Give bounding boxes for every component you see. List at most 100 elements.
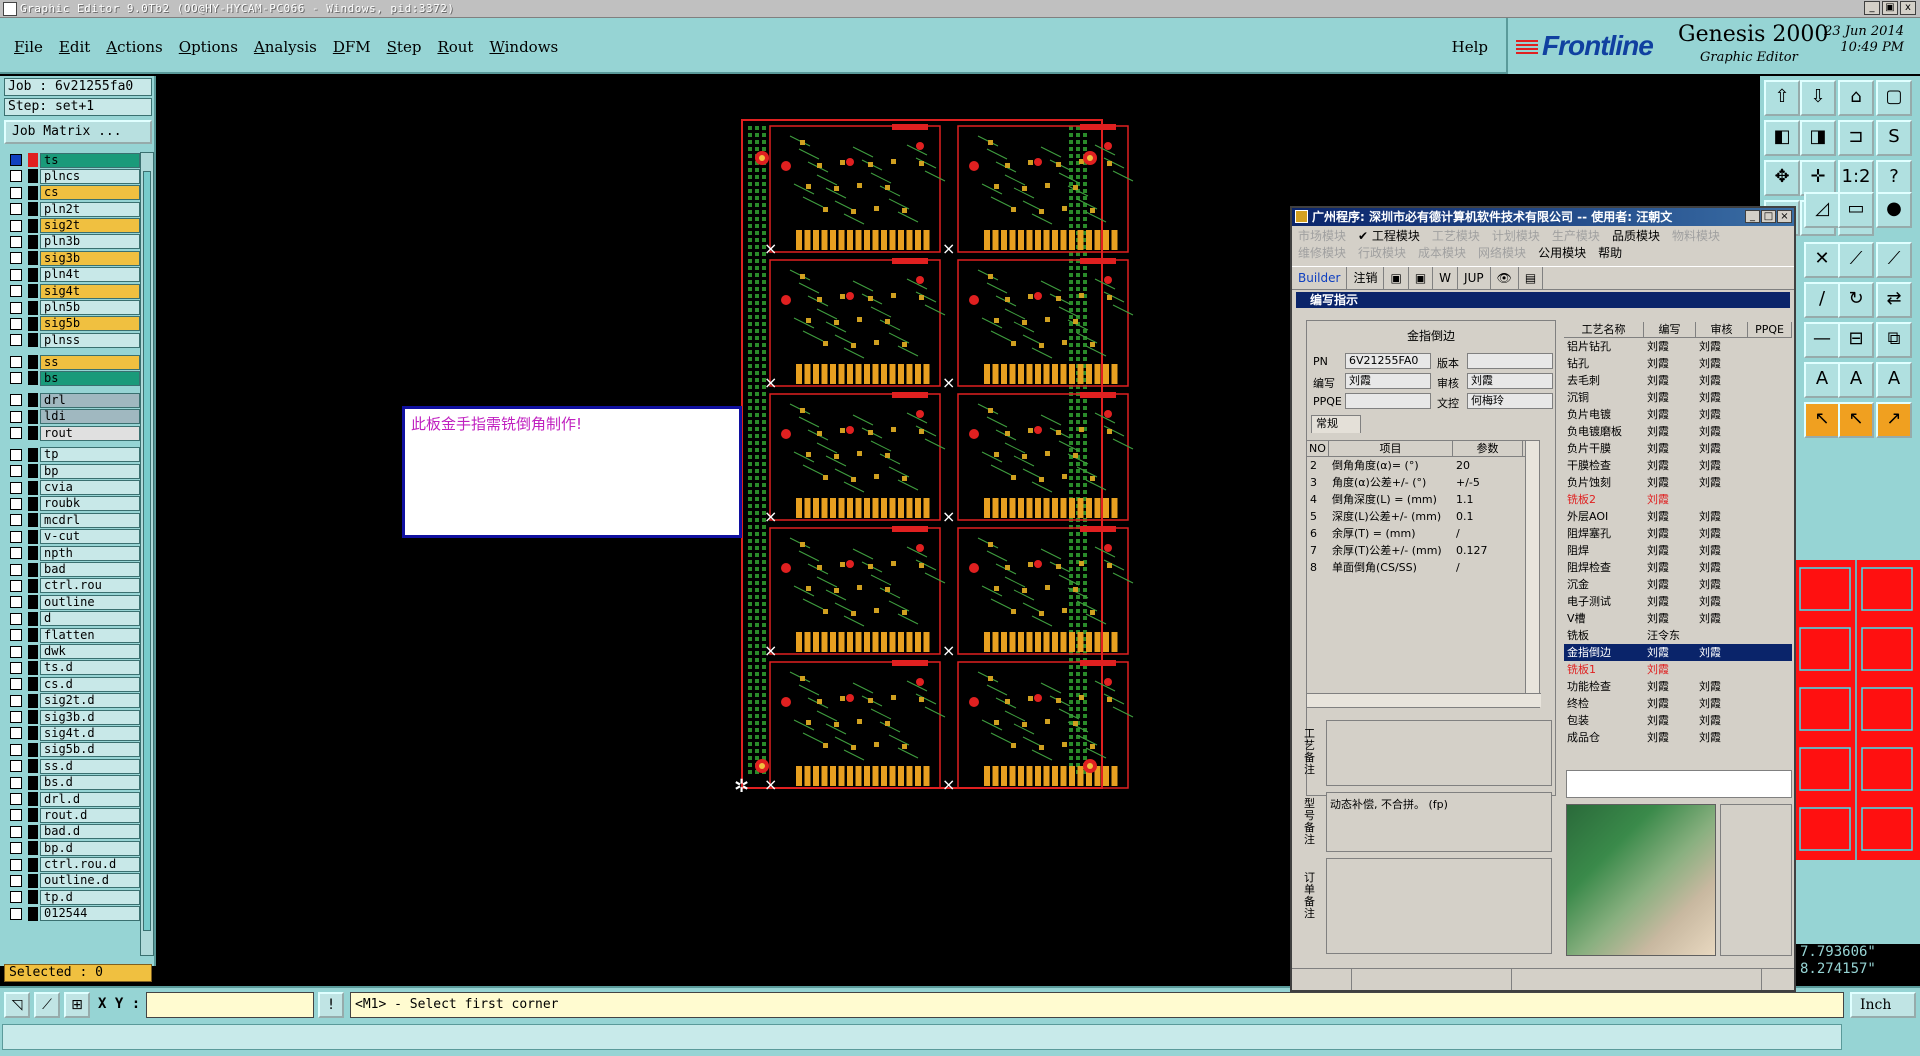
select-mode-icon[interactable]: ◹ [4,992,30,1018]
layer-sig5b-d[interactable]: sig5b.d [4,742,140,758]
dim-icon[interactable]: ⊟ [1838,322,1874,358]
job-matrix-button[interactable]: Job Matrix ... [4,120,152,144]
layer-name[interactable]: drl [40,392,140,408]
layer-plncs[interactable]: plncs [4,168,140,184]
layer-ts[interactable]: ts [4,152,140,168]
layer-name[interactable]: bs [40,370,140,386]
layer-checkbox[interactable] [10,563,22,576]
mini-map[interactable] [1796,560,1920,860]
layer-ctrl-rou-d[interactable]: ctrl.rou.d [4,857,140,873]
menu-options[interactable]: Options [179,38,238,56]
menu-analysis[interactable]: Analysis [254,38,317,56]
process-row[interactable]: 沉铜 刘霞 刘霞 [1564,389,1792,406]
layer-pln5b[interactable]: pln5b [4,300,140,316]
author-field[interactable]: 刘霞 [1345,373,1431,389]
reviewer-field[interactable]: 刘霞 [1467,373,1553,389]
download-icon[interactable]: ⇩ [1800,80,1836,116]
layer-name[interactable]: ctrl.rou.d [40,857,140,873]
pointer3-icon[interactable]: ↗ [1876,402,1912,438]
text-c-icon[interactable]: A [1876,362,1912,398]
layer-checkbox[interactable] [10,170,22,183]
pointer2-icon[interactable]: ↖ [1838,402,1874,438]
layer-name[interactable]: 012544 [40,906,140,922]
pointer-icon[interactable]: ↖ [1804,402,1840,438]
search-field[interactable] [1566,770,1792,798]
erp-toolbar-button[interactable]: ▣ [1384,267,1409,289]
layer-checkbox[interactable] [10,809,22,822]
layer-v-cut[interactable]: v-cut [4,529,140,545]
zoom-window-icon[interactable]: ⊐ [1838,120,1874,156]
layer-name[interactable]: bs.d [40,775,140,791]
layer-checkbox[interactable] [10,317,22,330]
pn-field[interactable]: 6V21255FA0 [1345,353,1431,369]
layer-checkbox[interactable] [10,596,22,609]
process-row[interactable]: 负片蚀刻 刘霞 刘霞 [1564,474,1792,491]
params-row[interactable]: 8 单面倒角(CS/SS) / [1307,559,1539,576]
layer-sig2t-d[interactable]: sig2t.d [4,693,140,709]
layer-name[interactable]: tp [40,447,140,463]
layer-sig3b-d[interactable]: sig3b.d [4,709,140,725]
layer-checkbox[interactable] [10,645,22,658]
layer-name[interactable]: bad.d [40,824,140,840]
layer-bp-d[interactable]: bp.d [4,840,140,856]
layer-name[interactable]: sig5b.d [40,742,140,758]
header-ppqe[interactable]: PPQE [1748,322,1792,337]
layer-name[interactable]: ts.d [40,660,140,676]
layer-cs-d[interactable]: cs.d [4,676,140,692]
process-row[interactable]: 干膜检查 刘霞 刘霞 [1564,457,1792,474]
layer-pln4t[interactable]: pln4t [4,267,140,283]
module-item[interactable]: 生产模块 [1552,229,1600,243]
menu-rout[interactable]: Rout [437,38,473,56]
layer-checkbox[interactable] [10,252,22,265]
edit-shape-icon[interactable]: ◿ [1804,192,1840,228]
layer-checkbox[interactable] [10,448,22,461]
layer-mcdrl[interactable]: mcdrl [4,512,140,528]
module-item[interactable]: 工艺模块 [1432,229,1480,243]
layer-checkbox[interactable] [10,907,22,920]
layer-pln2t[interactable]: pln2t [4,201,140,217]
header-author[interactable]: 编写 [1644,322,1696,337]
layer-drl-d[interactable]: drl.d [4,791,140,807]
menu-dfm[interactable]: DFM [333,38,371,56]
layer-checkbox[interactable] [10,334,22,347]
layer-checkbox[interactable] [10,235,22,248]
line-icon[interactable]: ⟋ [1838,242,1874,278]
erp-toolbar-button[interactable]: JUP [1458,267,1491,289]
module-item[interactable]: 市场模块 [1298,229,1346,243]
layer-checkbox[interactable] [10,793,22,806]
help-icon[interactable]: ? [1876,160,1912,196]
layer-ldi[interactable]: ldi [4,409,140,425]
erp-close-button[interactable]: × [1777,210,1792,223]
layer-ts-d[interactable]: ts.d [4,660,140,676]
params-row[interactable]: 5 深度(L)公差+/- (mm) 0.1 [1307,508,1539,525]
params-row[interactable]: 7 余厚(T)公差+/- (mm) 0.127 [1307,542,1539,559]
layer-name[interactable]: sig3b [40,250,140,266]
process-row[interactable]: 阻焊塞孔 刘霞 刘霞 [1564,525,1792,542]
menu-help[interactable]: Help [1452,38,1488,56]
erp-minimize-button[interactable]: _ [1745,210,1760,223]
layer-ss[interactable]: ss [4,354,140,370]
pan-right-icon[interactable]: ◨ [1800,120,1836,156]
layer-name[interactable]: bp [40,463,140,479]
arc-icon[interactable]: ⟋ [1876,242,1912,278]
process-row[interactable]: 成品仓 刘霞 刘霞 [1564,729,1792,746]
module-item[interactable]: 行政模块 [1358,246,1406,260]
process-row[interactable]: V槽 刘霞 刘霞 [1564,610,1792,627]
module-item[interactable]: 品质模块 [1612,229,1660,243]
module-item[interactable]: 计划模块 [1492,229,1540,243]
layer-name[interactable]: pln5b [40,300,140,316]
layer-cvia[interactable]: cvia [4,480,140,496]
upload-icon[interactable]: ⇧ [1764,80,1800,116]
process-row[interactable]: 去毛刺 刘霞 刘霞 [1564,372,1792,389]
scale-icon[interactable]: 1:2 [1838,160,1874,196]
layer-name[interactable]: ts [40,152,140,168]
layer-name[interactable]: sig4t.d [40,725,140,741]
module-item[interactable]: 维修模块 [1298,246,1346,260]
note-box[interactable]: 此板金手指需铣倒角制作! [402,406,742,538]
params-row[interactable]: 2 倒角角度(α)= (°) 20 [1307,457,1539,474]
header-item[interactable]: 项目 [1329,441,1453,456]
slash-icon[interactable]: / [1804,282,1840,318]
alert-icon[interactable]: ! [318,992,344,1018]
process-row[interactable]: 金指倒边 刘霞 刘霞 [1564,644,1792,661]
layer-checkbox[interactable] [10,465,22,478]
